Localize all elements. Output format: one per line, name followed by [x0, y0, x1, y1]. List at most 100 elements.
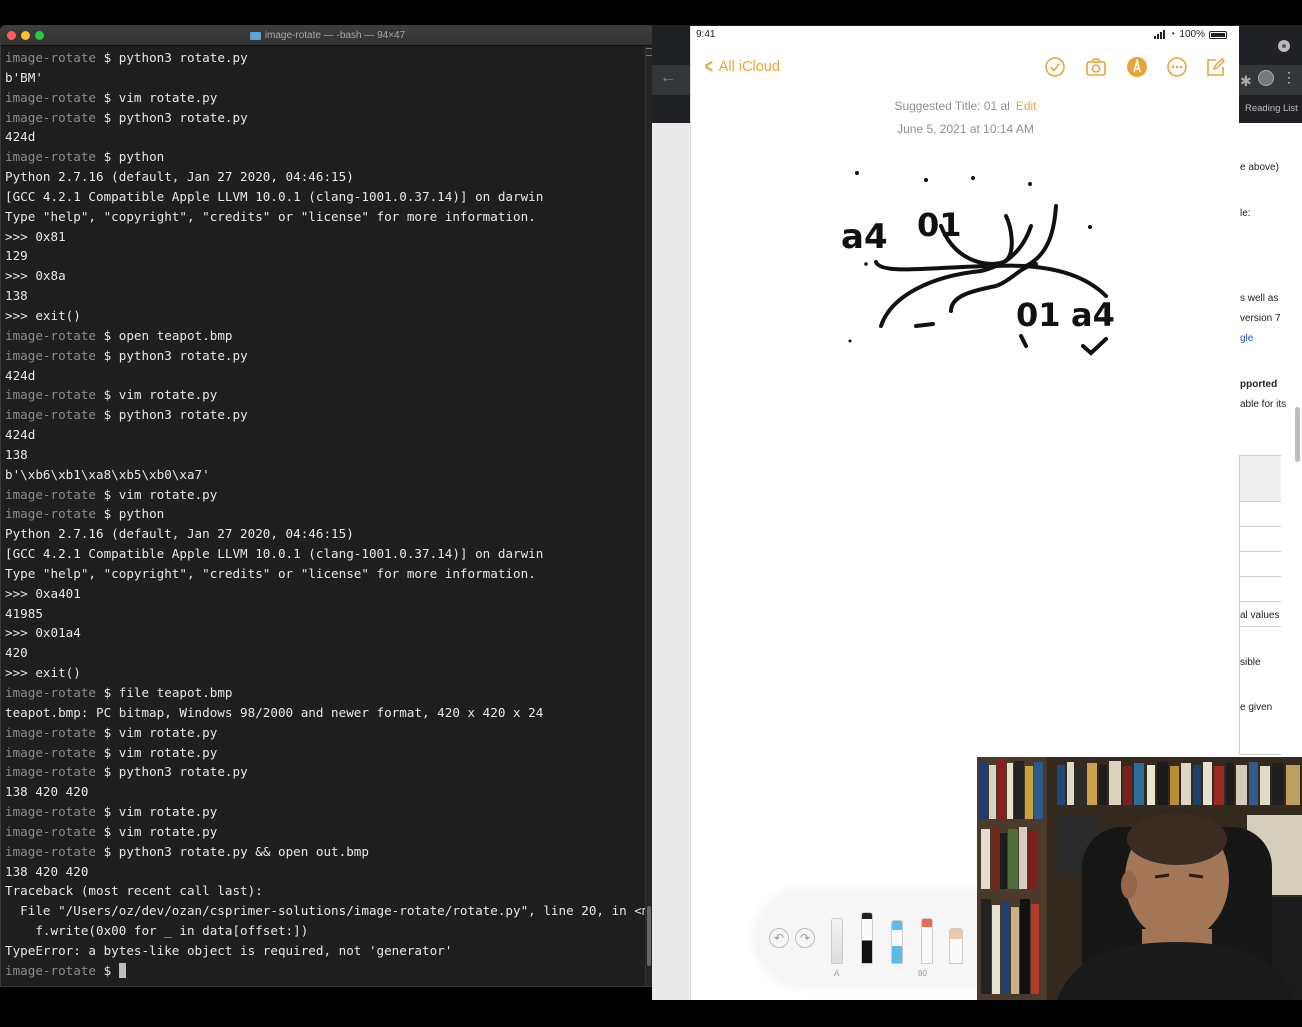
terminal-command: $ python3 rotate.py && open out.bmp [103, 843, 369, 859]
maximize-window-button[interactable] [35, 31, 44, 40]
terminal-line: >>> 0xa401 [5, 584, 650, 604]
terminal-command: $ vim rotate.py [103, 89, 218, 105]
close-window-button[interactable] [7, 31, 16, 40]
redo-icon[interactable]: ↷ [795, 928, 815, 948]
terminal-output-text: [GCC 4.2.1 Compatible Apple LLVM 10.0.1 … [5, 188, 544, 204]
terminal-prompt: image-rotate [5, 506, 96, 522]
camera-icon[interactable] [1085, 56, 1107, 78]
page-link-fragment[interactable]: gle [1240, 333, 1253, 344]
profile-avatar[interactable] [1258, 70, 1274, 86]
terminal-output-text: 138 [5, 446, 28, 462]
terminal-line: image-rotate $ vim rotate.py [5, 743, 650, 763]
terminal-line: image-rotate $ [5, 961, 650, 981]
page-left-margin [652, 123, 690, 1000]
compose-icon[interactable] [1205, 56, 1227, 78]
terminal-window[interactable]: image-rotate — -bash — 94×47 image-rotat… [0, 25, 655, 987]
terminal-output-text: 420 [5, 645, 28, 661]
terminal-output-text: >>> 0x8a [5, 268, 66, 284]
terminal-prompt: image-rotate [5, 407, 96, 423]
terminal-output-text: Type "help", "copyright", "credits" or "… [5, 565, 536, 581]
highlighter-tool[interactable] [891, 920, 903, 964]
terminal-output-text: [GCC 4.2.1 Compatible Apple LLVM 10.0.1 … [5, 546, 544, 562]
undo-icon[interactable]: ↶ [769, 928, 789, 948]
marker-tool[interactable] [861, 912, 873, 964]
pencil-opacity-label: 80 [918, 969, 927, 978]
terminal-output-text: >>> 0x81 [5, 228, 66, 244]
terminal-prompt: image-rotate [5, 823, 96, 839]
terminal-output-text: Python 2.7.16 (default, Jan 27 2020, 04:… [5, 169, 354, 185]
terminal-output-text: File "/Users/oz/dev/ozan/csprimer-soluti… [5, 903, 655, 919]
terminal-line: 138 420 420 [5, 862, 650, 882]
terminal-line: 41985 [5, 604, 650, 624]
terminal-line: f.write(0x00 for _ in data[offset:]) [5, 921, 650, 941]
minimize-window-button[interactable] [21, 31, 30, 40]
terminal-output-text: Python 2.7.16 (default, Jan 27 2020, 04:… [5, 526, 354, 542]
wifi-icon: ◔ [1169, 29, 1176, 40]
terminal-line: b'BM' [5, 68, 650, 88]
terminal-command: $ python [103, 506, 165, 522]
terminal-prompt: image-rotate [5, 685, 96, 700]
terminal-line: image-rotate $ vim rotate.py [5, 88, 650, 108]
terminal-command: $ vim rotate.py [103, 823, 218, 839]
terminal-line: image-rotate $ python3 rotate.py [5, 346, 650, 366]
terminal-line: 424d [5, 366, 650, 386]
handwriting-a4-top: a4 [841, 217, 888, 257]
terminal-line: >>> 0x8a [5, 266, 650, 286]
terminal-titlebar[interactable]: image-rotate — -bash — 94×47 [1, 26, 654, 46]
terminal-output-text: 41985 [5, 605, 43, 621]
terminal-line: 138 [5, 286, 650, 306]
handwriting-01-bottom: 01 [1016, 296, 1061, 334]
more-menu-icon[interactable]: ⋮ [1282, 69, 1296, 86]
handwritten-drawing[interactable]: a4 01 01 a4 [821, 156, 1121, 356]
suggested-title: Suggested Title: 01 al Edit [894, 99, 1037, 113]
terminal-line: Type "help", "copyright", "credits" or "… [5, 564, 650, 584]
terminal-scrollbar-handle[interactable] [647, 906, 651, 966]
terminal-output-text: 138 420 420 [5, 863, 89, 879]
terminal-prompt: image-rotate [5, 764, 96, 780]
browser-back-icon[interactable]: ← [660, 69, 676, 87]
terminal-line: b'\xb6\xb1\xa8\xb5\xb0\xa7' [5, 465, 650, 485]
terminal-line: 424d [5, 425, 650, 445]
terminal-command: $ python3 rotate.py [103, 109, 248, 125]
terminal-prompt: image-rotate [5, 327, 96, 343]
status-bar: 9:41 ◔ 100% [691, 26, 1239, 44]
terminal-line: image-rotate $ python [5, 504, 650, 524]
page-scrollbar[interactable] [1295, 407, 1300, 462]
more-icon[interactable] [1166, 56, 1188, 78]
terminal-line: Python 2.7.16 (default, Jan 27 2020, 04:… [5, 167, 650, 187]
extensions-icon[interactable]: ✱ [1240, 73, 1252, 90]
pencil-tool-palette[interactable]: ↶ ↷ A 80 [757, 892, 987, 984]
terminal-command: $ python3 rotate.py [103, 50, 248, 65]
terminal-output[interactable]: image-rotate $ python3 rotate.py b'BM' ima… [1, 46, 654, 981]
back-to-all-icloud-button[interactable]: < All iCloud [703, 56, 780, 78]
terminal-output-text: TypeError: a bytes-like object is requir… [5, 942, 453, 958]
terminal-output-text: b'\xb6\xb1\xa8\xb5\xb0\xa7' [5, 466, 210, 482]
terminal-output-text: >>> 0xa401 [5, 585, 81, 601]
terminal-line: image-rotate $ vim rotate.py [5, 723, 650, 743]
eraser-tool[interactable] [949, 928, 963, 964]
terminal-output-text: 138 [5, 288, 28, 304]
browser-menu-icon[interactable] [1278, 40, 1290, 52]
terminal-prompt: image-rotate [5, 486, 96, 502]
page-text-fragment: version 7 [1240, 313, 1281, 324]
edit-title-button[interactable]: Edit [1016, 99, 1037, 113]
checklist-icon[interactable] [1044, 56, 1066, 78]
pen-tool[interactable] [831, 918, 843, 964]
terminal-line: Traceback (most recent call last): [5, 881, 650, 901]
terminal-line: 138 420 420 [5, 782, 650, 802]
terminal-output-text: Traceback (most recent call last): [5, 883, 263, 899]
page-text-fragment: s well as [1240, 293, 1279, 304]
status-time: 9:41 [696, 29, 716, 40]
reading-list-button[interactable]: Reading List [1245, 103, 1298, 114]
page-text-fragment: pported [1240, 379, 1278, 390]
markup-icon[interactable] [1126, 56, 1148, 78]
page-text-fragment: e given [1240, 702, 1273, 713]
terminal-line: image-rotate $ vim rotate.py [5, 802, 650, 822]
terminal-output-text: >>> exit() [5, 665, 81, 681]
pencil-tool[interactable] [921, 918, 933, 964]
terminal-cursor[interactable] [118, 962, 126, 978]
terminal-line: image-rotate $ vim rotate.py [5, 822, 650, 842]
chevron-left-icon: < [704, 56, 713, 78]
page-text-fragment: able for its [1240, 399, 1287, 410]
terminal-title: image-rotate — -bash — 94×47 [249, 30, 405, 41]
